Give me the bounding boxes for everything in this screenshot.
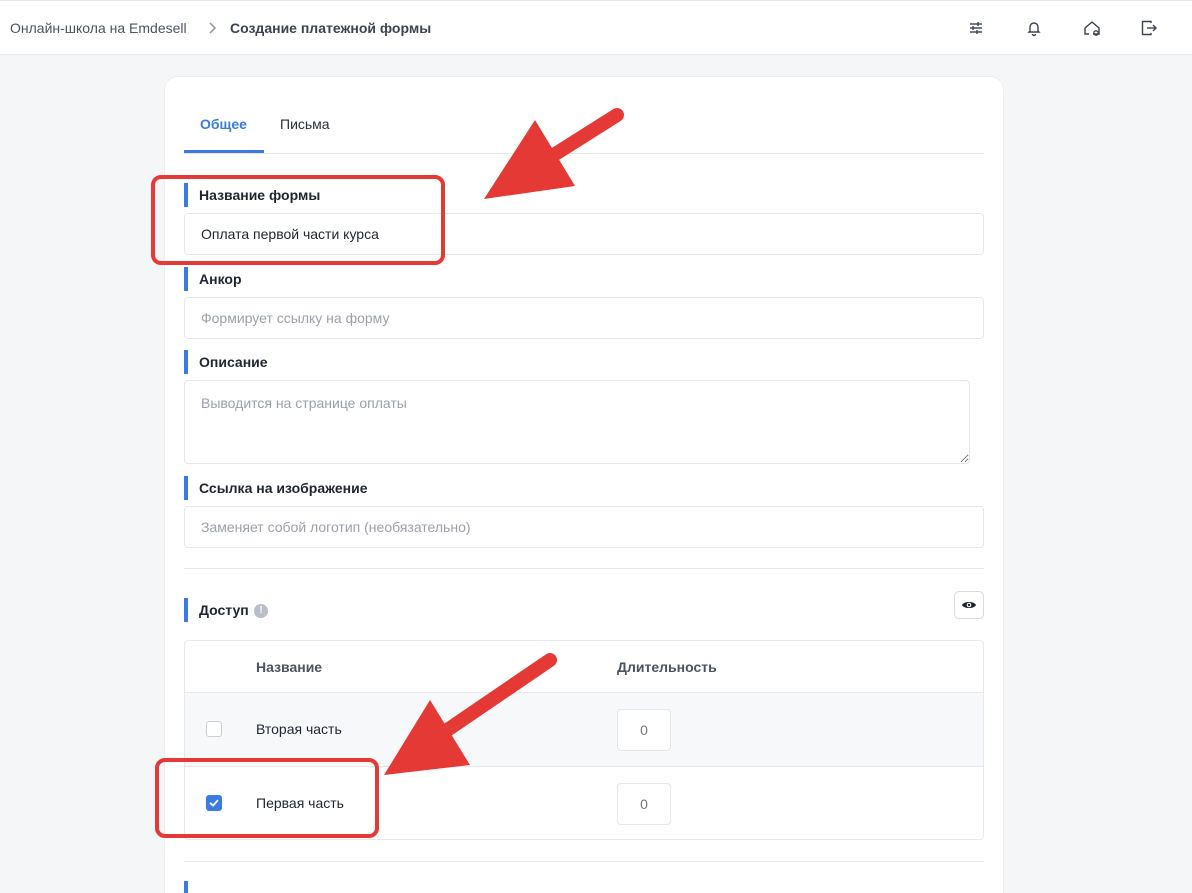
breadcrumb-root[interactable]: Онлайн-школа на Emdesell xyxy=(10,20,187,36)
description-textarea[interactable] xyxy=(184,380,970,464)
form-name-input[interactable] xyxy=(184,213,984,255)
table-row: Первая часть xyxy=(185,767,983,839)
description-label: Описание xyxy=(184,350,268,374)
duration-input[interactable] xyxy=(617,783,671,825)
table-row: Вторая часть xyxy=(185,693,983,767)
row-checkbox[interactable] xyxy=(206,721,222,737)
anchor-label: Анкор xyxy=(184,267,242,291)
section-divider xyxy=(184,861,984,862)
column-duration: Длительность xyxy=(617,659,717,675)
row-name: Первая часть xyxy=(256,795,344,811)
duration-input[interactable] xyxy=(617,709,671,751)
column-name: Название xyxy=(256,659,323,675)
access-table: Название Длительность Вторая часть Перва… xyxy=(184,640,984,840)
tab-general[interactable]: Общее xyxy=(200,116,247,132)
info-icon[interactable]: ! xyxy=(254,604,268,618)
bell-icon[interactable] xyxy=(1024,18,1044,38)
section-divider xyxy=(184,568,984,569)
table-header: Название Длительность xyxy=(185,641,983,693)
tabs: Общее Письма xyxy=(184,96,984,154)
preview-button[interactable] xyxy=(954,591,984,619)
anchor-input[interactable] xyxy=(184,297,984,339)
check-icon xyxy=(209,799,219,807)
sliders-icon[interactable] xyxy=(966,18,986,38)
logout-icon[interactable] xyxy=(1139,18,1159,38)
row-checkbox[interactable] xyxy=(206,795,222,811)
image-link-input[interactable] xyxy=(184,506,984,548)
access-label: Доступ xyxy=(184,598,249,622)
home-settings-icon[interactable] xyxy=(1082,18,1102,38)
form-name-label: Название формы xyxy=(184,183,320,207)
image-link-label: Ссылка на изображение xyxy=(184,476,368,500)
chevron-right-icon xyxy=(209,22,217,34)
next-section-label-marker xyxy=(184,881,188,893)
top-bar: Онлайн-школа на Emdesell Создание платеж… xyxy=(0,0,1192,55)
breadcrumb-current: Создание платежной формы xyxy=(230,20,432,36)
active-tab-indicator xyxy=(184,150,264,153)
row-name: Вторая часть xyxy=(256,721,342,737)
eye-icon xyxy=(962,602,976,608)
tab-letters[interactable]: Письма xyxy=(280,116,330,132)
